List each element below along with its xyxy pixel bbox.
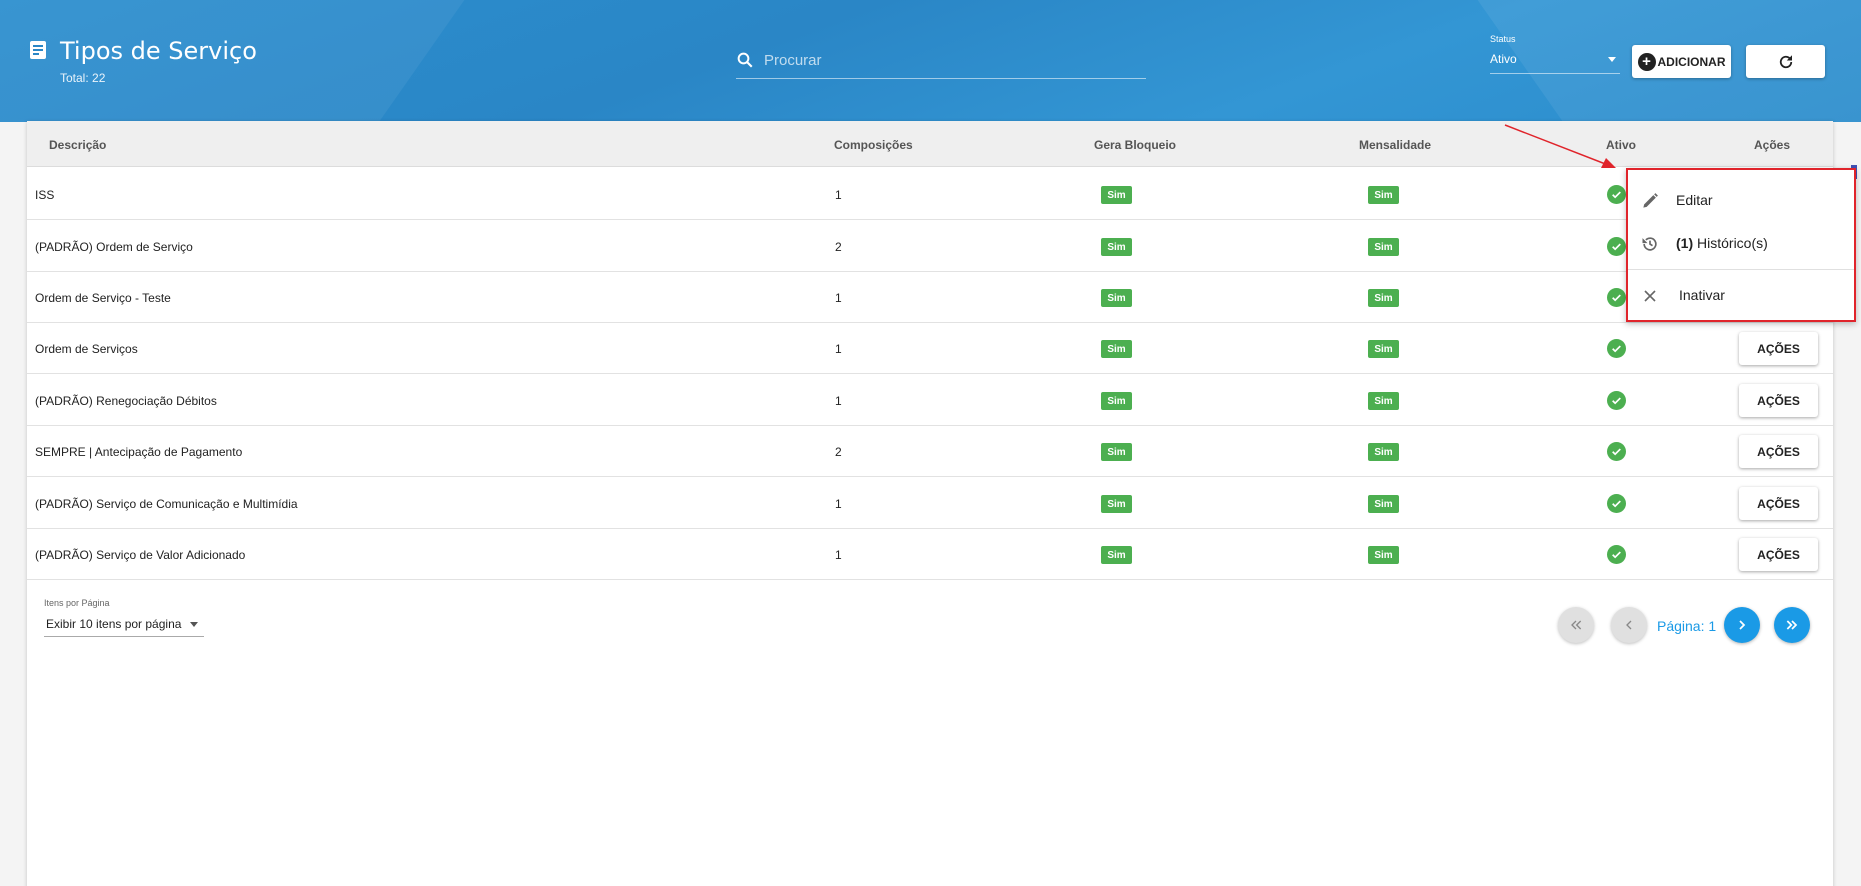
menu-item-historico[interactable]: (1) Histórico(s)	[1628, 223, 1854, 263]
menu-item-label: Editar	[1676, 192, 1713, 208]
menu-item-label: Inativar	[1679, 287, 1725, 303]
pencil-icon	[1643, 193, 1658, 208]
history-count: (1)	[1676, 235, 1694, 251]
menu-item-label: (1) Histórico(s)	[1676, 235, 1768, 251]
actions-context-menu: Editar (1) Histórico(s) Inativar	[1626, 168, 1856, 322]
history-icon	[1642, 237, 1657, 251]
close-icon	[1644, 290, 1656, 302]
menu-divider	[1628, 269, 1854, 270]
menu-item-inativar[interactable]: Inativar	[1628, 275, 1854, 315]
menu-item-editar[interactable]: Editar	[1628, 180, 1854, 220]
history-label: Histórico(s)	[1697, 235, 1768, 251]
annotation-arrow	[1504, 124, 1616, 168]
